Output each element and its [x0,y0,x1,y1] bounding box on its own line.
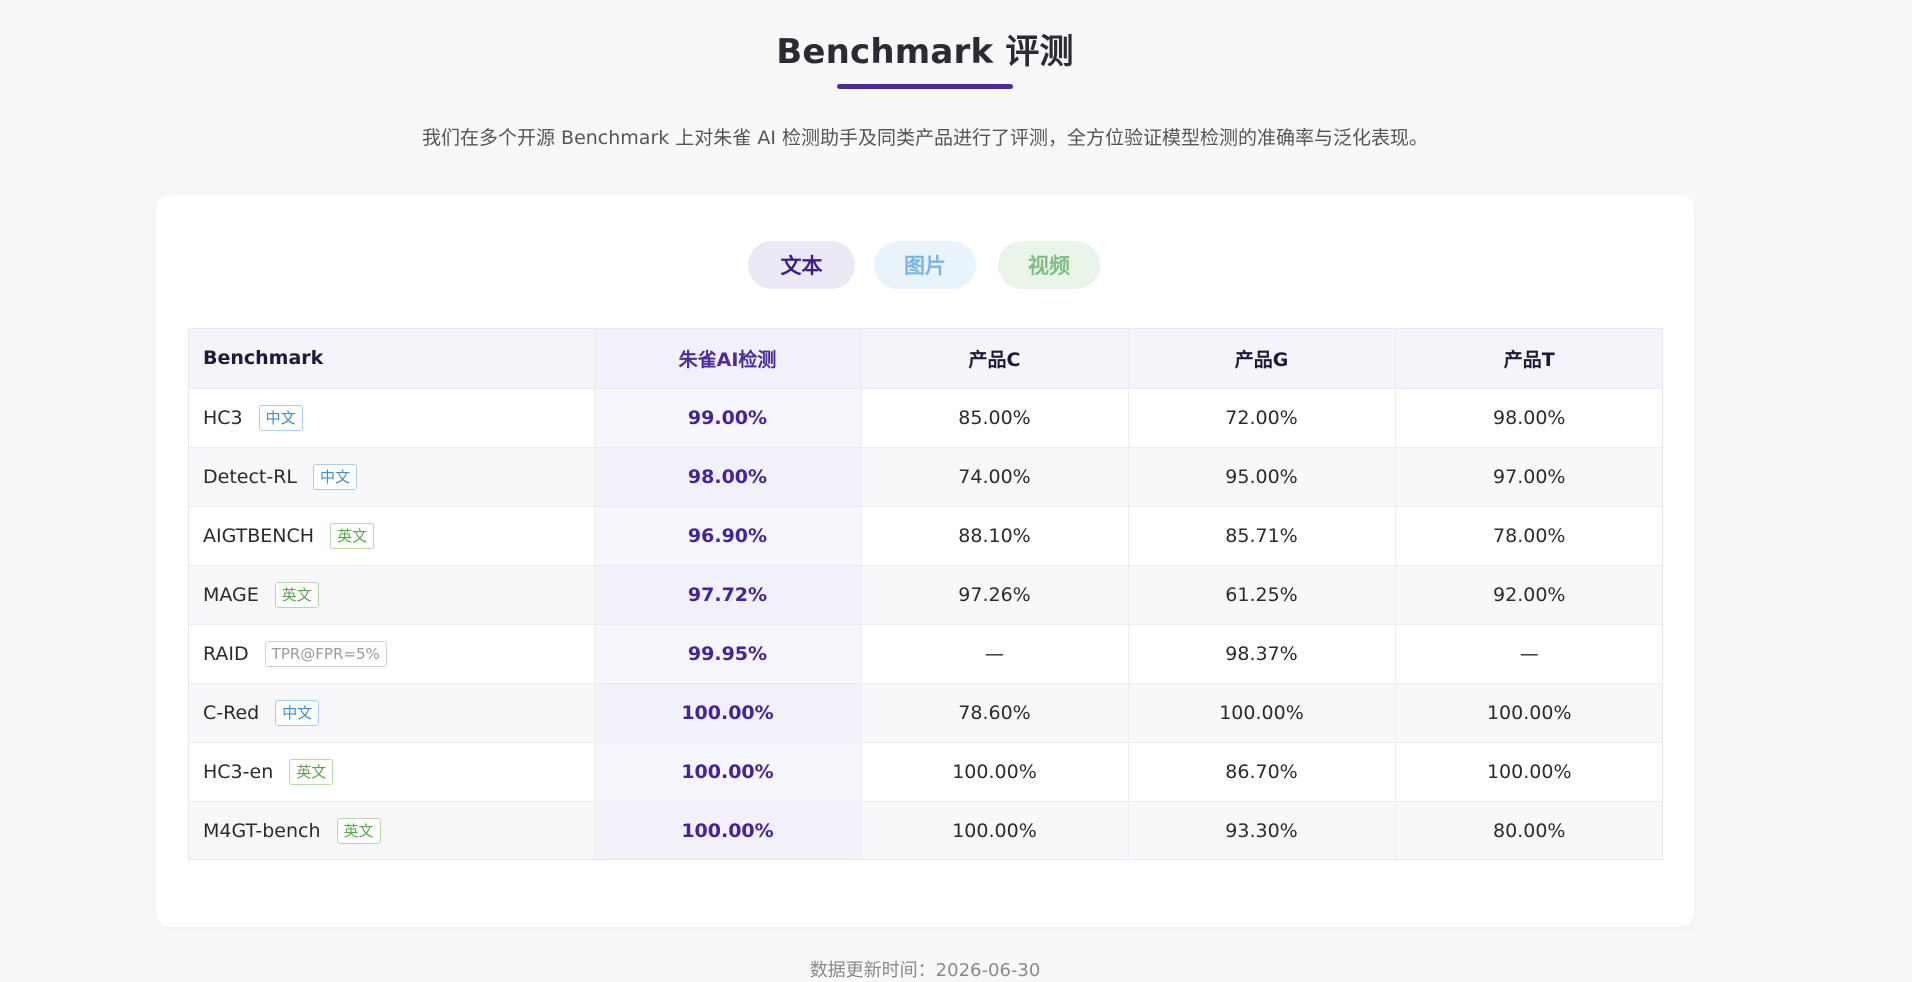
benchmark-cell: Detect-RL 中文 [189,447,595,507]
page-subtitle: 我们在多个开源 Benchmark 上对朱雀 AI 检测助手及同类产品进行了评测… [422,127,1428,149]
benchmark-cell: AIGTBENCH 英文 [189,506,595,566]
language-tag: 中文 [275,699,320,726]
language-tag: TPR@FPR=5% [264,640,387,667]
benchmark-name: HC3 [203,406,243,429]
language-tag: 中文 [313,463,358,490]
score-product-c: — [861,624,1129,684]
score-product-g: 98.37% [1128,624,1396,684]
table-row: Detect-RL 中文 98.00% 74.00% 95.00% 97.00% [189,447,1662,507]
score-product-t: 100.00% [1395,742,1662,802]
score-product-c: 85.00% [861,388,1129,448]
benchmark-name: RAID [203,642,249,665]
benchmark-cell: MAGE 英文 [189,565,595,625]
score-product-c: 97.26% [861,565,1129,625]
score-product-c: 100.00% [861,801,1129,859]
score-product-g: 100.00% [1128,683,1396,743]
language-tag: 中文 [258,404,303,431]
tab-video[interactable]: 视频 [998,241,1100,289]
benchmark-cell: M4GT-bench 英文 [189,801,595,859]
column-header-product-g: 产品G [1128,329,1396,389]
score-product-g: 95.00% [1128,447,1396,507]
benchmark-cell: HC3 中文 [189,388,595,448]
page-title: Benchmark 评测 [776,32,1074,72]
score-product-c: 74.00% [861,447,1129,507]
benchmark-name: Detect-RL [203,465,297,488]
language-tag: 英文 [289,758,334,785]
tab-image[interactable]: 图片 [874,241,976,289]
score-product-g: 86.70% [1128,742,1396,802]
score-product-g: 61.25% [1128,565,1396,625]
benchmark-cell: C-Red 中文 [189,683,595,743]
score-zhuque: 100.00% [594,683,862,743]
benchmark-name: M4GT-bench [203,819,321,842]
benchmark-card: 文本 图片 视频 Benchmark 朱雀AI检测 产品C 产品G 产品T HC… [156,195,1694,927]
score-product-g: 72.00% [1128,388,1396,448]
score-zhuque: 97.72% [594,565,862,625]
language-tag: 英文 [336,817,381,844]
score-product-g: 85.71% [1128,506,1396,566]
update-time: 数据更新时间：2026-06-30 [809,960,1041,981]
benchmark-name: C-Red [203,701,260,724]
category-tabs: 文本 图片 视频 [156,241,1694,289]
table-header-row: Benchmark 朱雀AI检测 产品C 产品G 产品T [189,329,1662,389]
table-row: M4GT-bench 英文 100.00% 100.00% 93.30% 80.00% [189,801,1662,859]
score-product-t: 78.00% [1395,506,1662,566]
score-product-g: 93.30% [1128,801,1396,859]
score-zhuque: 100.00% [594,801,862,859]
column-header-product-c: 产品C [861,329,1129,389]
score-zhuque: 96.90% [594,506,862,566]
benchmark-name: AIGTBENCH [203,524,315,547]
score-product-t: 100.00% [1395,683,1662,743]
table-row: C-Red 中文 100.00% 78.60% 100.00% 100.00% [189,683,1662,743]
language-tag: 英文 [274,581,319,608]
table-row: HC3 中文 99.00% 85.00% 72.00% 98.00% [189,388,1662,448]
column-header-zhuque: 朱雀AI检测 [594,329,862,389]
tab-text[interactable]: 文本 [748,241,855,289]
title-underline [837,84,1013,89]
benchmark-cell: RAID TPR@FPR=5% [189,624,595,684]
benchmark-cell: HC3-en 英文 [189,742,595,802]
score-product-t: 92.00% [1395,565,1662,625]
score-product-t: 97.00% [1395,447,1662,507]
score-product-t: — [1395,624,1662,684]
score-zhuque: 98.00% [594,447,862,507]
score-product-t: 98.00% [1395,388,1662,448]
table-row: AIGTBENCH 英文 96.90% 88.10% 85.71% 78.00% [189,506,1662,566]
language-tag: 英文 [330,522,375,549]
score-product-c: 78.60% [861,683,1129,743]
column-header-benchmark: Benchmark [189,329,595,389]
benchmark-table-scroll[interactable]: Benchmark 朱雀AI检测 产品C 产品G 产品T HC3 中文 99.00%… [188,328,1663,860]
score-product-c: 100.00% [861,742,1129,802]
table-row: MAGE 英文 97.72% 97.26% 61.25% 92.00% [189,565,1662,625]
score-product-t: 80.00% [1395,801,1662,859]
benchmark-name: HC3-en [203,760,274,783]
score-zhuque: 99.00% [594,388,862,448]
score-product-c: 88.10% [861,506,1129,566]
benchmark-table: Benchmark 朱雀AI检测 产品C 产品G 产品T HC3 中文 99.00%… [189,329,1662,859]
score-zhuque: 99.95% [594,624,862,684]
column-header-product-t: 产品T [1395,329,1662,389]
score-zhuque: 100.00% [594,742,862,802]
benchmark-name: MAGE [203,583,259,606]
table-row: HC3-en 英文 100.00% 100.00% 86.70% 100.00% [189,742,1662,802]
table-row: RAID TPR@FPR=5% 99.95% —98.37% — [189,624,1662,684]
